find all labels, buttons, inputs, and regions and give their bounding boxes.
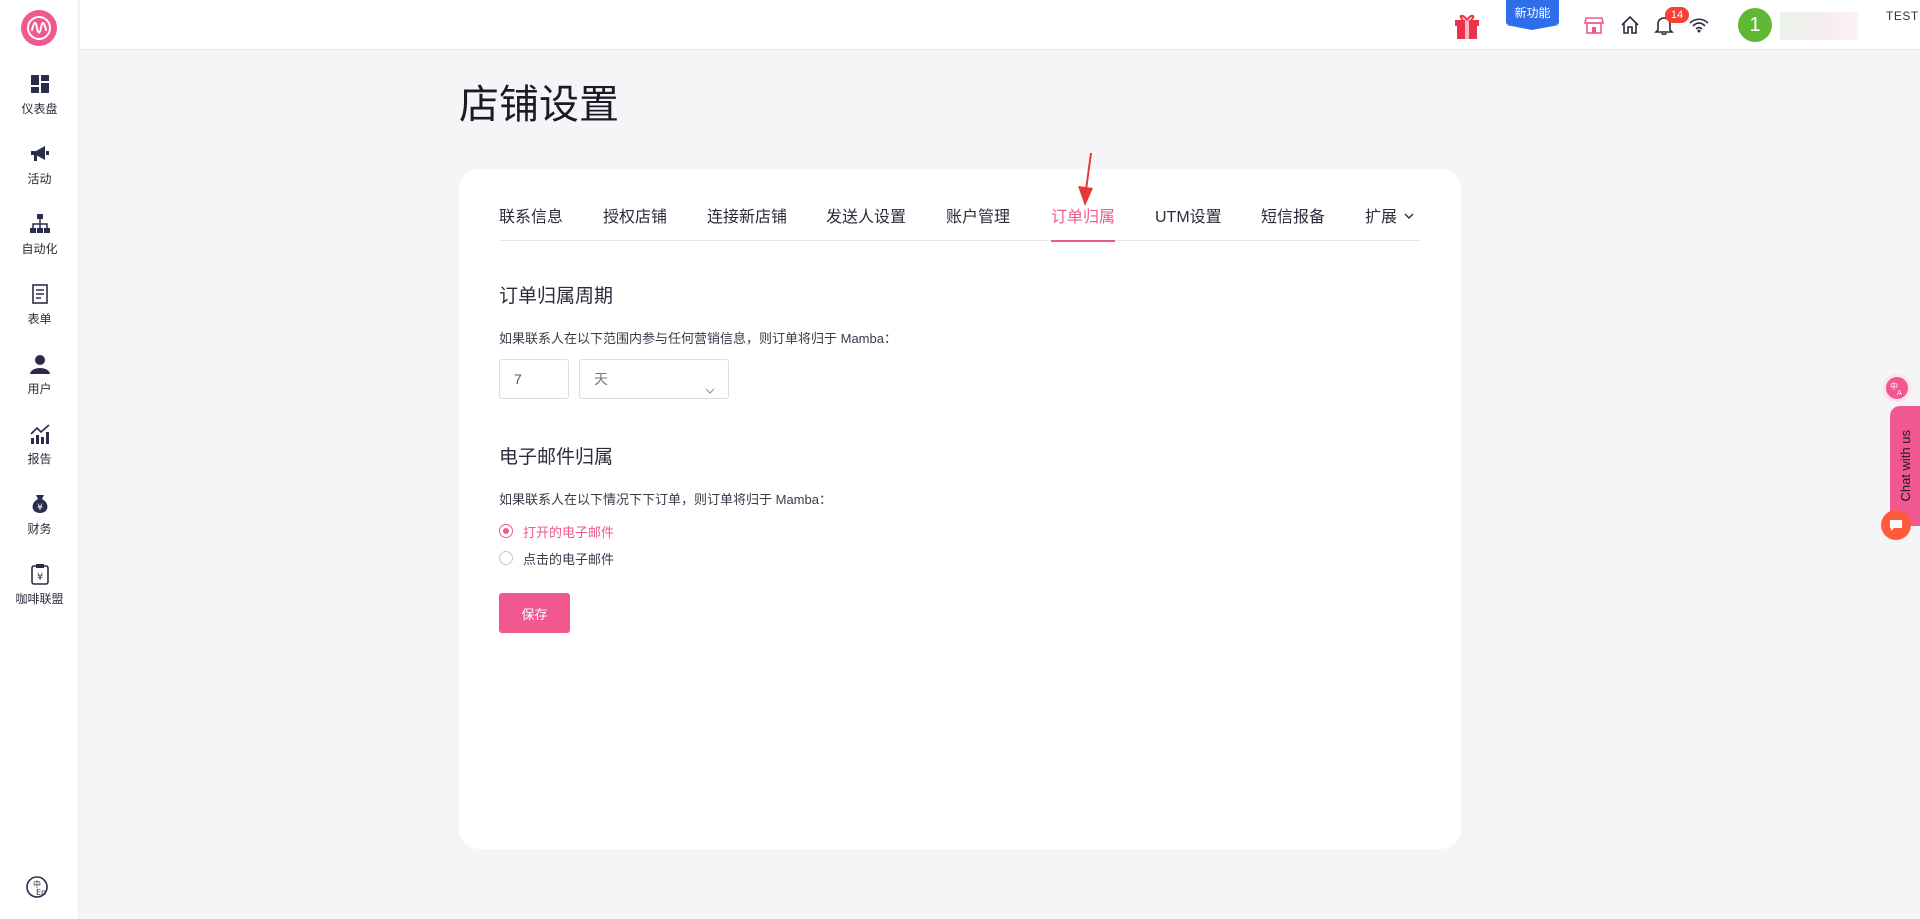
chevron-down-icon <box>704 373 716 411</box>
radio-clicked-email[interactable]: 点击的电子邮件 <box>499 548 614 568</box>
top-header: 新功能 14 1 TEST <box>80 0 1920 50</box>
wifi-icon[interactable] <box>1688 14 1710 36</box>
sidebar-item-forms[interactable]: 表单 <box>0 276 79 338</box>
email-section-description: 如果联系人在以下情况下下订单，则订单将归于 Mamba： <box>499 492 832 507</box>
mamba-logo-icon[interactable] <box>21 10 57 46</box>
sidebar-item-automation[interactable]: 自动化 <box>0 206 79 268</box>
chat-bubble-icon[interactable] <box>1881 510 1911 540</box>
megaphone-icon <box>28 142 52 166</box>
sidebar-item-reports[interactable]: 报告 <box>0 416 79 478</box>
sidebar-item-label: 表单 <box>27 312 52 326</box>
period-value-input[interactable]: 7 <box>499 359 569 399</box>
svg-text:¥: ¥ <box>37 503 43 513</box>
svg-text:A: A <box>1897 389 1902 396</box>
settings-card: 联系信息 授权店铺 连接新店铺 发送人设置 账户管理 订单归属 UTM设置 短信… <box>459 169 1461 849</box>
tab-order-attribution[interactable]: 订单归属 <box>1051 203 1116 242</box>
user-name[interactable]: TEST <box>1886 9 1919 23</box>
user-info-redacted <box>1780 12 1858 40</box>
sidebar-item-finance[interactable]: ¥ 财务 <box>0 486 79 548</box>
period-unit-select[interactable]: 天 <box>579 359 729 399</box>
dashboard-icon <box>28 72 52 96</box>
hierarchy-icon <box>28 212 52 236</box>
money-bag-icon: ¥ <box>28 492 52 516</box>
tab-account-management[interactable]: 账户管理 <box>946 203 1010 241</box>
radio-label: 打开的电子邮件 <box>523 524 615 540</box>
sidebar-item-campaigns[interactable]: 活动 <box>0 136 79 198</box>
annotation-arrow-icon <box>1078 152 1093 206</box>
radio-button[interactable] <box>499 551 513 565</box>
sidebar-item-users[interactable]: 用户 <box>0 346 79 408</box>
settings-tabs: 联系信息 授权店铺 连接新店铺 发送人设置 账户管理 订单归属 UTM设置 短信… <box>499 203 1421 242</box>
period-section-description: 如果联系人在以下范围内参与任何营销信息，则订单将归于 Mamba： <box>499 331 897 346</box>
chat-with-us-tab[interactable]: Chat with us <box>1890 406 1920 526</box>
tab-contact-info[interactable]: 联系信息 <box>499 203 563 241</box>
tab-authorized-stores[interactable]: 授权店铺 <box>603 203 667 241</box>
tab-sender-settings[interactable]: 发送人设置 <box>826 203 906 241</box>
sidebar-item-label: 活动 <box>27 172 52 186</box>
svg-text:¥: ¥ <box>36 572 42 583</box>
new-feature-badge[interactable]: 新功能 <box>1506 0 1559 30</box>
tab-extensions-label: 扩展 <box>1365 209 1398 227</box>
sidebar-item-label: 咖啡联盟 <box>15 592 64 606</box>
sidebar-item-label: 自动化 <box>21 242 58 256</box>
sidebar-item-coffee-alliance[interactable]: ¥ 咖啡联盟 <box>0 556 79 618</box>
page-title: 店铺设置 <box>459 83 619 127</box>
email-section-title: 电子邮件归属 <box>499 447 614 468</box>
tab-extensions[interactable]: 扩展 <box>1365 203 1415 241</box>
home-icon[interactable] <box>1619 14 1641 36</box>
language-switch-icon[interactable]: 中 En <box>24 874 50 900</box>
store-icon[interactable] <box>1583 14 1605 36</box>
radio-label: 点击的电子邮件 <box>523 551 615 567</box>
translate-icon[interactable]: 中A <box>1883 374 1911 402</box>
period-unit-value: 天 <box>594 371 608 387</box>
gift-icon[interactable] <box>1452 11 1482 41</box>
chat-with-us-label: Chat with us <box>1897 430 1913 502</box>
period-section-title: 订单归属周期 <box>499 286 614 307</box>
clipboard-yen-icon: ¥ <box>28 562 52 586</box>
chart-icon <box>28 422 52 446</box>
sidebar-item-label: 仪表盘 <box>21 102 58 116</box>
sidebar: 仪表盘 活动 自动化 表单 用户 报告 ¥ 财务 ¥ 咖啡联盟 中 En <box>0 0 79 919</box>
avatar[interactable]: 1 <box>1738 8 1772 42</box>
sidebar-item-label: 用户 <box>27 382 52 396</box>
svg-text:En: En <box>36 888 46 897</box>
radio-opened-email[interactable]: 打开的电子邮件 <box>499 521 614 541</box>
save-button[interactable]: 保存 <box>499 593 570 633</box>
tab-utm-settings[interactable]: UTM设置 <box>1155 203 1222 241</box>
user-icon <box>28 352 52 376</box>
form-icon <box>28 282 52 306</box>
sidebar-item-label: 财务 <box>27 522 52 536</box>
tab-sms-filing[interactable]: 短信报备 <box>1261 203 1325 241</box>
radio-button[interactable] <box>499 524 513 538</box>
sidebar-item-dashboard[interactable]: 仪表盘 <box>0 66 79 128</box>
sidebar-item-label: 报告 <box>27 452 52 466</box>
chevron-down-icon <box>1403 203 1415 233</box>
notification-count-badge: 14 <box>1665 7 1689 23</box>
tab-connect-new-store[interactable]: 连接新店铺 <box>707 203 787 241</box>
